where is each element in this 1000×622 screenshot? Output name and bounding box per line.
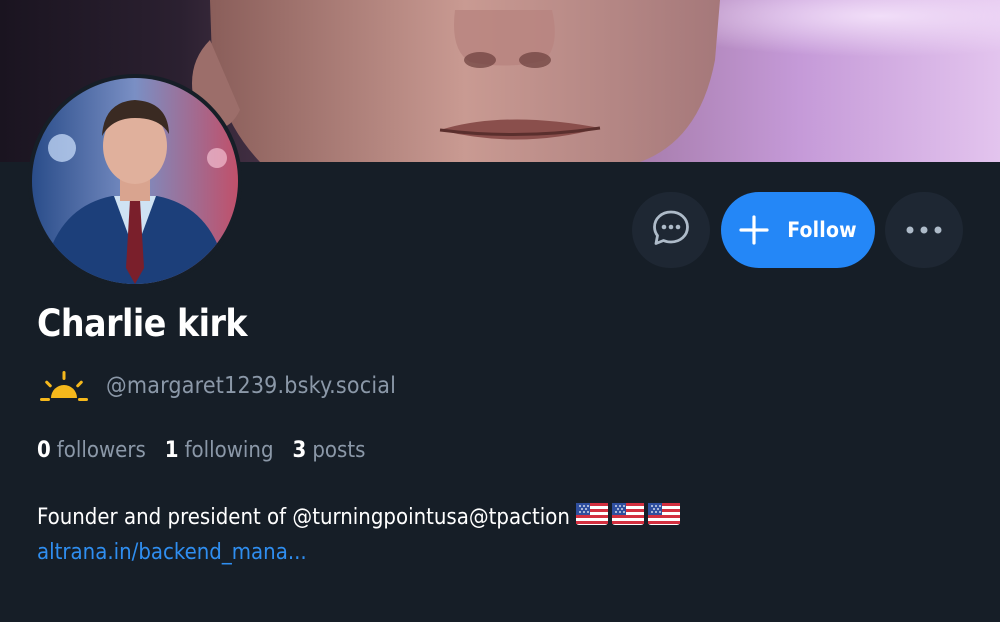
following-count: 1: [164, 438, 179, 463]
display-name: Charlie kirk: [37, 302, 248, 345]
following-stat[interactable]: 1 following: [165, 438, 274, 463]
following-label: following: [184, 438, 274, 463]
posts-stat: 3 posts: [293, 438, 366, 463]
message-icon: [651, 208, 691, 252]
message-button[interactable]: [632, 192, 710, 268]
follow-label: Follow: [787, 218, 857, 242]
profile-avatar[interactable]: [28, 74, 242, 288]
sun-icon: [38, 368, 90, 404]
posts-count: 3: [292, 438, 307, 463]
followers-label: followers: [56, 438, 146, 463]
more-options-button[interactable]: [885, 192, 963, 268]
profile-link[interactable]: altrana.in/backend_mana...: [37, 540, 307, 565]
handle-row: @margaret1239.bsky.social: [38, 368, 396, 404]
ellipsis-icon: [904, 221, 944, 240]
us-flag-icon: [575, 503, 608, 531]
profile-stats: 0 followers 1 following 3 posts: [37, 438, 384, 463]
followers-count: 0: [37, 438, 51, 463]
us-flag-icon: [611, 503, 644, 531]
profile-handle[interactable]: @margaret1239.bsky.social: [106, 373, 396, 399]
plus-icon: [739, 215, 769, 245]
profile-bio: Founder and president of @turningpointus…: [37, 503, 680, 531]
us-flag-icon: [647, 503, 680, 531]
bio-text: Founder and president of @turningpointus…: [37, 504, 570, 530]
posts-label: posts: [312, 438, 366, 463]
followers-stat[interactable]: 0 followers: [37, 438, 146, 463]
bio-flags: [572, 503, 680, 531]
follow-button[interactable]: Follow: [721, 192, 875, 268]
